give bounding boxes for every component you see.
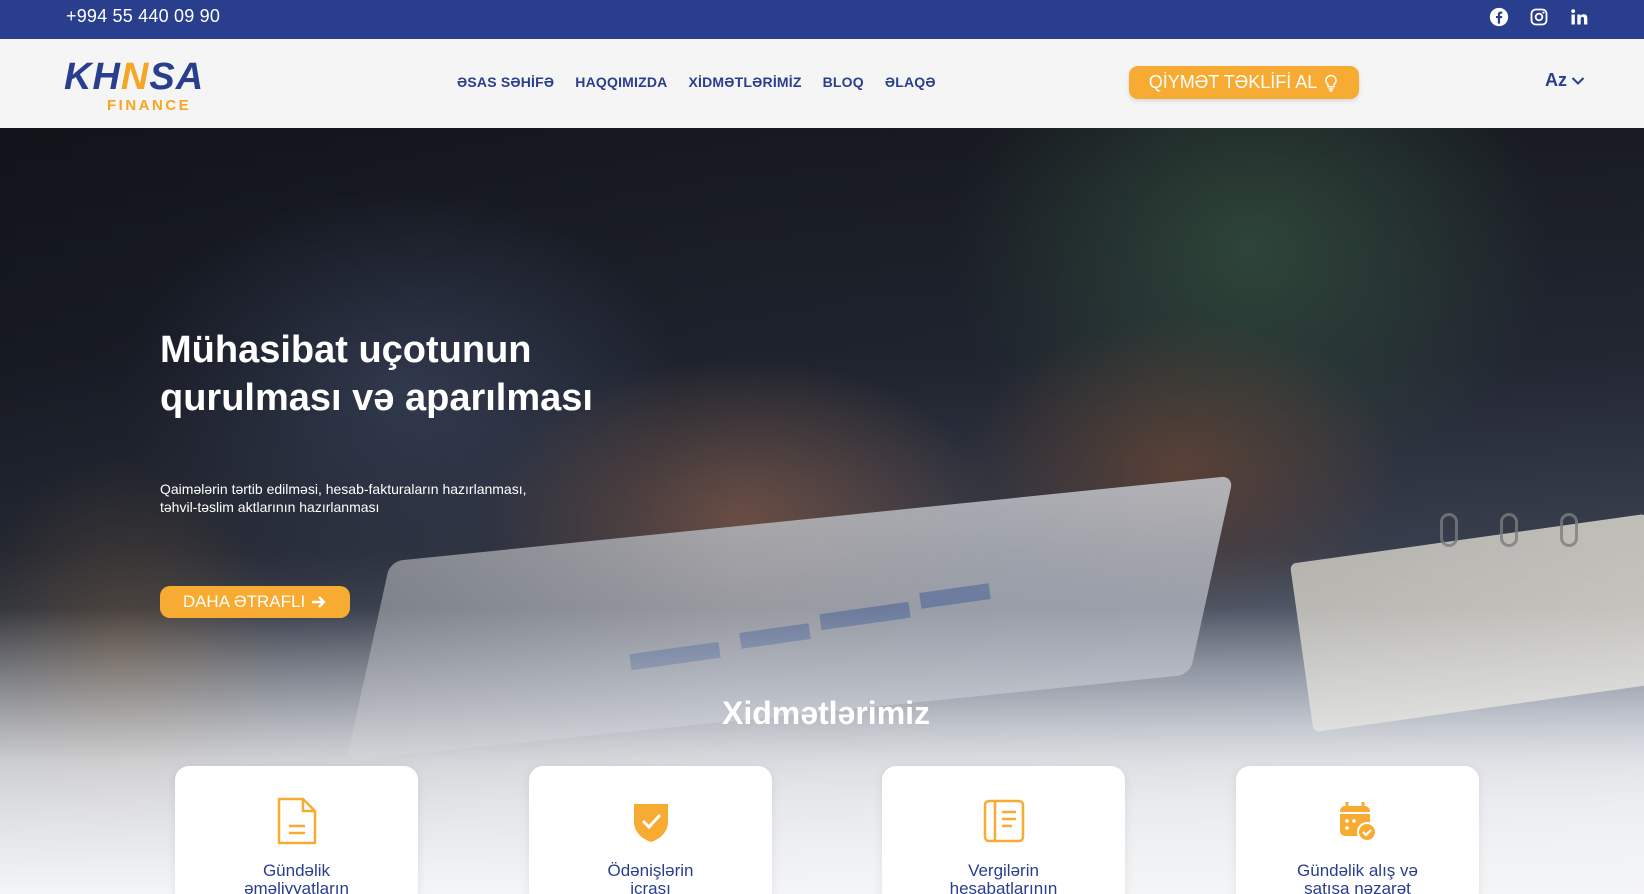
nav-item-home[interactable]: ƏSAS SƏHİFƏ bbox=[457, 74, 554, 90]
service-card-payments[interactable]: Ödənişlərin icrası bbox=[529, 766, 772, 894]
language-label: Az bbox=[1545, 70, 1567, 90]
nav-item-services[interactable]: XİDMƏTLƏRİMİZ bbox=[688, 74, 801, 90]
facebook-icon[interactable] bbox=[1487, 5, 1511, 29]
linkedin-icon[interactable] bbox=[1567, 5, 1591, 29]
service-card-label: Ödənişlərin icrası bbox=[607, 861, 694, 894]
service-card-label: Vergilərin hesabatlarının bbox=[949, 861, 1058, 894]
nav-item-about[interactable]: HAQQIMIZDA bbox=[575, 74, 667, 90]
top-bar: +994 55 440 09 90 bbox=[0, 0, 1644, 39]
site-header: KHNSA FINANCE ƏSAS SƏHİFƏ HAQQIMIZDA XİD… bbox=[0, 39, 1644, 128]
instagram-icon[interactable] bbox=[1527, 5, 1551, 29]
ledger-icon bbox=[982, 796, 1026, 846]
service-card-label: Gündəlik alış və satışa nəzarət bbox=[1297, 861, 1418, 894]
hero-title: Mühasibat uçotunun qurulması və aparılmas… bbox=[160, 329, 593, 419]
nav-item-contact[interactable]: ƏLAQƏ bbox=[885, 74, 936, 90]
service-card-daily-operations[interactable]: Gündəlik əməliyyatların bbox=[175, 766, 418, 894]
service-card-label: Gündəlik əməliyyatların bbox=[244, 861, 349, 894]
service-card-taxes[interactable]: Vergilərin hesabatlarının bbox=[882, 766, 1125, 894]
hero-description: Qaimələrin tərtib edilməsi, hesab-faktur… bbox=[160, 481, 527, 515]
services-title: Xidmətlərimiz bbox=[721, 695, 931, 731]
language-selector[interactable]: Az bbox=[1545, 70, 1585, 91]
chevron-down-icon bbox=[1571, 76, 1585, 85]
lightbulb-icon bbox=[1325, 74, 1337, 92]
phone-number[interactable]: +994 55 440 09 90 bbox=[66, 6, 220, 27]
main-nav: ƏSAS SƏHİFƏ HAQQIMIZDA XİDMƏTLƏRİMİZ BLO… bbox=[457, 74, 936, 90]
nav-item-blog[interactable]: BLOQ bbox=[823, 74, 864, 90]
learn-more-button[interactable]: DAHA ƏTRAFLI bbox=[160, 586, 350, 618]
logo[interactable]: KHNSA FINANCE bbox=[64, 57, 244, 114]
learn-more-label: DAHA ƏTRAFLI bbox=[182, 592, 306, 611]
shield-check-icon bbox=[629, 796, 673, 846]
document-icon bbox=[275, 796, 319, 846]
arrow-right-icon bbox=[312, 596, 326, 608]
get-quote-label: QİYMƏT TƏKLİFİ AL bbox=[1148, 72, 1318, 92]
calendar-check-icon bbox=[1336, 796, 1380, 846]
get-quote-button[interactable]: QİYMƏT TƏKLİFİ AL bbox=[1129, 66, 1359, 99]
service-card-purchase-sales[interactable]: Gündəlik alış və satışa nəzarət bbox=[1236, 766, 1479, 894]
